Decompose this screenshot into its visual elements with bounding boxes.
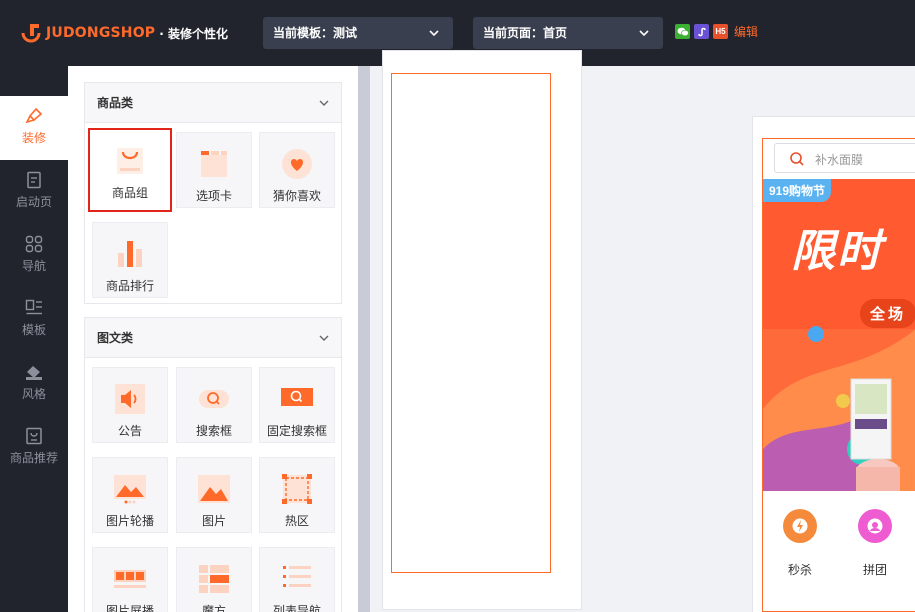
group-goods: 商品类 商品组 选项卡 猜你喜欢 商品排行: [84, 82, 342, 304]
nav-item-label: 风格: [21, 387, 46, 401]
tile-tabs[interactable]: 选项卡: [176, 132, 252, 208]
banner-title: 限时: [791, 226, 883, 277]
phone-preview: [382, 50, 582, 610]
template-icon: [25, 299, 43, 317]
preview-page: 补水面膜 919购物节 限时 全场 秒杀 拼团: [762, 138, 915, 612]
nav-item-label: 启动页: [15, 195, 52, 209]
tile-goods-ranking[interactable]: 商品排行: [92, 222, 168, 298]
nav-item-style[interactable]: 风格: [0, 352, 68, 416]
nav-item-label: 模板: [21, 323, 46, 337]
carousel-icon: [113, 472, 147, 506]
basket-icon: [113, 144, 147, 178]
speaker-icon: [113, 382, 147, 416]
tile-hotspot[interactable]: 热区: [259, 457, 335, 533]
nav-item-navigation[interactable]: 导航: [0, 224, 68, 288]
cube-icon: [197, 562, 231, 596]
tile-label: 公告: [117, 424, 142, 438]
banner-pill: 全场: [860, 299, 915, 328]
tile-guess-you-like[interactable]: 猜你喜欢: [259, 132, 335, 208]
group-buy-icon: [858, 509, 892, 543]
nav-item-label: 装修: [21, 131, 46, 145]
nav-item-splash[interactable]: 启动页: [0, 160, 68, 224]
preview-search-bar[interactable]: 补水面膜: [774, 143, 915, 173]
tile-label: 热区: [284, 514, 309, 528]
group-title: 商品类: [97, 96, 134, 110]
chevron-down-icon: [639, 17, 649, 61]
paint-bucket-icon: [25, 363, 43, 381]
banner-tag: 919购物节: [763, 179, 832, 202]
tile-goods-group[interactable]: 商品组: [88, 128, 172, 212]
fixed-search-icon: [280, 382, 314, 416]
tile-label: 图片轮播: [105, 514, 154, 528]
tile-label: 图片屏播: [105, 604, 154, 612]
list-nav-icon: [280, 562, 314, 596]
tile-label: 商品排行: [105, 279, 154, 293]
brand-name: JUDONGSHOP: [46, 25, 156, 41]
grid-icon: [25, 235, 43, 253]
group-header[interactable]: 图文类: [85, 318, 341, 358]
chevron-down-icon: [319, 83, 329, 139]
tile-label: 搜索框: [195, 424, 232, 438]
platform-switcher: H5 编辑: [675, 23, 758, 40]
chevron-down-icon: [319, 318, 329, 374]
template-select-value: 当前模板：测试: [273, 26, 358, 40]
quick-link-flash-sale[interactable]: 秒杀: [775, 509, 825, 578]
tile-label: 固定搜索框: [266, 424, 327, 438]
promo-banner[interactable]: 919购物节 限时 全场: [763, 179, 915, 491]
quick-link-label: 秒杀: [787, 563, 812, 577]
template-select[interactable]: 当前模板：测试: [263, 17, 453, 49]
brand-subtitle: · 装修个性化: [159, 26, 229, 41]
tile-image-screen[interactable]: 图片屏播: [92, 547, 168, 612]
hotspot-icon: [280, 472, 314, 506]
ranking-icon: [113, 237, 147, 271]
flash-sale-icon: [783, 509, 817, 543]
edit-link[interactable]: 编辑: [734, 23, 758, 40]
image-screen-icon: [113, 562, 147, 596]
phone-content: [391, 73, 551, 573]
page-select-value: 当前页面：首页: [483, 26, 568, 40]
h5-icon[interactable]: H5: [713, 24, 728, 39]
component-panel: 商品类 商品组 选项卡 猜你喜欢 商品排行 图文类 公告 搜索框 固定搜索框 图…: [68, 66, 358, 612]
nav-item-recommend[interactable]: 商品推荐: [0, 416, 68, 480]
quick-link-label: 拼团: [862, 563, 887, 577]
search-icon: [789, 151, 805, 170]
wechat-icon[interactable]: [675, 24, 690, 39]
tabs-icon: [197, 147, 231, 181]
heart-icon: [280, 147, 314, 181]
logo-icon: [20, 22, 42, 44]
document-icon: [25, 171, 43, 189]
left-nav: 装修 启动页 导航 模板 风格 商品推荐: [0, 66, 68, 612]
group-graphic: 图文类 公告 搜索框 固定搜索框 图片轮播 图片 热区 图片屏播 魔方 列表导航: [84, 317, 342, 612]
tile-image-carousel[interactable]: 图片轮播: [92, 457, 168, 533]
search-placeholder: 补水面膜: [815, 153, 864, 167]
quick-link-group-buy[interactable]: 拼团: [850, 509, 900, 578]
panel-divider[interactable]: [358, 66, 370, 612]
nav-item-label: 商品推荐: [9, 451, 58, 465]
tile-list-nav[interactable]: 列表导航: [259, 547, 335, 612]
tile-image[interactable]: 图片: [176, 457, 252, 533]
tile-fixed-search[interactable]: 固定搜索框: [259, 367, 335, 443]
recommend-icon: [25, 427, 43, 445]
tile-label: 图片: [201, 514, 226, 528]
tile-label: 商品组: [111, 186, 148, 200]
tile-notice[interactable]: 公告: [92, 367, 168, 443]
nav-item-decorate[interactable]: 装修: [0, 96, 68, 160]
group-header[interactable]: 商品类: [85, 83, 341, 123]
tile-label: 列表导航: [272, 604, 321, 612]
logo: JUDONGSHOP · 装修个性化: [20, 20, 228, 46]
nav-item-label: 导航: [21, 259, 46, 273]
image-icon: [197, 472, 231, 506]
tile-search-box[interactable]: 搜索框: [176, 367, 252, 443]
page-select[interactable]: 当前页面：首页: [473, 17, 663, 49]
brush-icon: [25, 107, 43, 125]
miniprogram-icon[interactable]: [694, 24, 709, 39]
tile-label: 选项卡: [195, 189, 232, 203]
tile-label: 魔方: [201, 604, 226, 612]
group-title: 图文类: [97, 331, 134, 345]
tile-label: 猜你喜欢: [272, 189, 321, 203]
nav-item-template[interactable]: 模板: [0, 288, 68, 352]
tile-cube[interactable]: 魔方: [176, 547, 252, 612]
search-box-icon: [197, 382, 231, 416]
